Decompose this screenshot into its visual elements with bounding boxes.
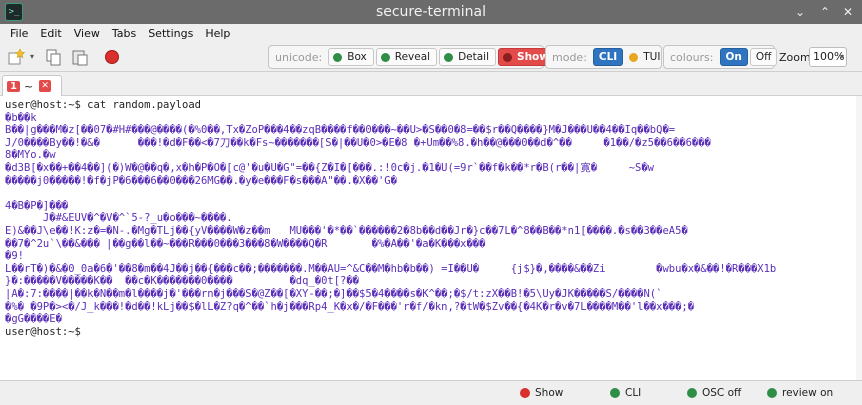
copy-icon xyxy=(46,49,61,66)
mode-label: mode: xyxy=(552,50,587,64)
zoom-select[interactable]: 100% ▾ xyxy=(809,47,847,67)
terminal-line: �9! xyxy=(5,250,24,263)
terminal-line: B��|g���M�z[��07�#H#���@����(�%0��,Tx�Zo… xyxy=(5,124,676,137)
menu-help[interactable]: Help xyxy=(199,27,236,40)
tab-label: ~ xyxy=(23,79,34,93)
unicode-detail-button[interactable]: Detail xyxy=(439,48,497,66)
menu-settings[interactable]: Settings xyxy=(142,27,199,40)
paste-button[interactable] xyxy=(70,47,90,67)
status-cli: CLI xyxy=(610,387,641,399)
terminal-line: }�:�����V�����K�� ��c�K�������0���� �dq_… xyxy=(5,275,360,288)
terminal-line: J/0����By��!�&� ���!�d�F��<�7刀��k�Fs~���… xyxy=(5,136,711,149)
terminal-line: �gG����E� xyxy=(5,313,62,326)
status-bar: Show CLI OSC off review on xyxy=(0,380,862,405)
menu-edit[interactable]: Edit xyxy=(34,27,67,40)
new-tab-icon xyxy=(8,48,26,65)
terminal-line: �d3B[�x��+��4��](�)W�@��q�,x�h�P�O�[c@'�… xyxy=(5,161,654,174)
new-tab-button[interactable] xyxy=(6,47,26,67)
terminal-line: �b��k xyxy=(5,111,37,124)
colours-off-button[interactable]: Off xyxy=(749,48,778,66)
new-tab-dropdown-icon[interactable]: ▾ xyxy=(30,52,34,61)
zoom-label: Zoom xyxy=(779,51,811,64)
unicode-box-button[interactable]: Box xyxy=(328,48,374,66)
status-osc: OSC off xyxy=(687,387,741,399)
status-show: Show xyxy=(520,387,563,399)
menu-bar: File Edit View Tabs Settings Help xyxy=(0,24,862,42)
terminal-output[interactable]: user@host:~$ cat random.payload �b��k B��|… xyxy=(0,96,862,380)
terminal-line: 4�B�P�]��� xyxy=(5,199,69,212)
record-icon xyxy=(105,50,119,64)
colours-group: colours: On Off xyxy=(663,45,778,69)
terminal-line: �����j0�����!�f�jP�6���6��0���26MG��.�y�… xyxy=(5,174,397,187)
status-dot-icon xyxy=(687,388,697,398)
colours-label: colours: xyxy=(670,50,714,64)
mode-cli-button[interactable]: CLI xyxy=(592,48,624,66)
chevron-down-icon: ▾ xyxy=(839,52,844,61)
close-icon[interactable]: ✕ xyxy=(840,4,856,20)
maximize-icon[interactable]: ⌃ xyxy=(817,4,833,20)
status-dot-icon xyxy=(380,52,390,62)
status-dot-icon xyxy=(610,388,620,398)
paste-icon xyxy=(72,50,88,66)
status-dot-icon xyxy=(503,52,513,62)
colours-on-button[interactable]: On xyxy=(719,48,748,66)
terminal-line: �%� �9P�><�/J_k���!�d��!kLj��$�lL�Z?q�^�… xyxy=(5,300,695,313)
tab-close-icon[interactable]: ✕ xyxy=(39,80,52,92)
status-dot-icon xyxy=(333,52,343,62)
window-title: secure-terminal xyxy=(375,4,487,20)
terminal-scrollbar[interactable] xyxy=(856,96,862,380)
status-dot-icon xyxy=(444,52,454,62)
menu-file[interactable]: File xyxy=(4,27,34,40)
menu-tabs[interactable]: Tabs xyxy=(106,27,142,40)
unicode-group: unicode: Box Reveal Detail Show xyxy=(268,45,556,69)
mode-group: mode: CLI TUI xyxy=(545,45,662,69)
tab-terminal-1[interactable]: 1 ~ ✕ xyxy=(2,75,62,96)
title-bar: >_ secure-terminal ⌄ ⌃ ✕ xyxy=(0,0,862,24)
terminal-line: E)&��J\e��!K:z�=�N-.�Mg�TLj��{yV����W�z�… xyxy=(5,224,688,237)
status-dot-icon xyxy=(520,388,530,398)
terminal-line: user@host:~$ cat random.payload xyxy=(5,99,201,111)
menu-view[interactable]: View xyxy=(68,27,106,40)
unicode-reveal-button[interactable]: Reveal xyxy=(375,48,438,66)
minimize-icon[interactable]: ⌄ xyxy=(792,4,808,20)
terminal-line: |A�:7:����|��k�N��m�l����j�'���rn�j���S�… xyxy=(5,287,663,300)
status-dot-icon xyxy=(767,388,777,398)
terminal-app-icon: >_ xyxy=(5,3,23,21)
terminal-line: L��rT�)�&�0_0a�6�'��8�m��4J��j��{���c��;… xyxy=(5,262,777,275)
tab-bar: 1 ~ ✕ xyxy=(0,72,862,96)
unicode-label: unicode: xyxy=(275,50,323,64)
mode-tui-button[interactable]: TUI xyxy=(625,48,666,66)
copy-button[interactable] xyxy=(44,47,64,67)
status-review: review on xyxy=(767,387,833,399)
terminal-line: user@host:~$ xyxy=(5,325,88,338)
terminal-line: J�#&EUV�^�V�^`5-?_u�o���~����. xyxy=(5,212,233,225)
record-button[interactable] xyxy=(102,47,122,67)
terminal-line: 8�MYo.�w xyxy=(5,149,56,162)
status-dot-icon xyxy=(629,52,639,62)
tab-number-badge: 1 xyxy=(7,80,20,92)
terminal-line: ��7�^2u`\��&��� |��g��l��~���R���0���3��… xyxy=(5,237,486,250)
toolbar: ▾ unicode: Box Reveal Detail Show mode: … xyxy=(0,42,862,72)
